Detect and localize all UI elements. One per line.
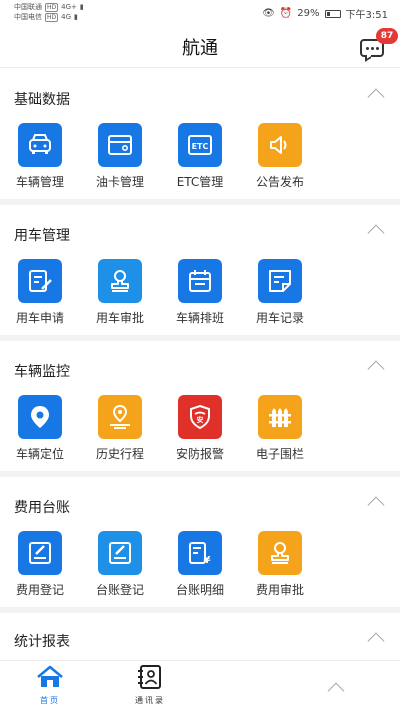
network-1: 4G+ — [61, 3, 77, 11]
section-title: 费用台账 — [14, 500, 70, 516]
section-statistics: 统计报表 — [0, 613, 400, 663]
main-content: 基础数据 车辆管理 油卡管理 ETC ETC管理 公告发布 用车管理 用车申请 … — [0, 69, 400, 663]
menu-item-announcement[interactable]: 公告发布 — [240, 123, 320, 190]
clock: 下午3:51 — [345, 10, 388, 21]
alarm-icon: ⏰ — [279, 8, 293, 19]
menu-item-ledger-register[interactable]: 台账登记 — [80, 531, 160, 598]
svg-text:安: 安 — [197, 415, 204, 424]
scroll-up-chevron-icon[interactable] — [327, 682, 345, 700]
svg-text:ETC: ETC — [192, 142, 209, 151]
network-2: 4G — [61, 13, 72, 21]
menu-item-vehicle-schedule[interactable]: 车辆排班 — [160, 259, 240, 326]
menu-item-vehicle-management[interactable]: 车辆管理 — [0, 123, 80, 190]
calendar-icon — [178, 259, 222, 303]
menu-item-vehicle-request[interactable]: 用车申请 — [0, 259, 80, 326]
route-icon — [98, 395, 142, 439]
svg-text:¥: ¥ — [204, 555, 211, 566]
tab-contacts-label: 通讯录 — [135, 696, 165, 705]
menu-item-geofence[interactable]: 电子围栏 — [240, 395, 320, 462]
tab-home[interactable]: 首页 — [15, 665, 85, 706]
messages-button[interactable]: 87 — [360, 28, 398, 62]
section-basic-data: 基础数据 车辆管理 油卡管理 ETC ETC管理 公告发布 — [0, 69, 400, 205]
menu-item-fuel-card[interactable]: 油卡管理 — [80, 123, 160, 190]
tab-home-label: 首页 — [40, 696, 60, 705]
menu-item-ledger-detail[interactable]: ¥ 台账明细 — [160, 531, 240, 598]
menu-item-expense-approval[interactable]: 费用审批 — [240, 531, 320, 598]
menu-item-vehicle-approval[interactable]: 用车审批 — [80, 259, 160, 326]
contacts-book-icon — [138, 665, 161, 689]
collapse-chevron-icon[interactable] — [367, 496, 385, 514]
edit-doc-icon — [18, 259, 62, 303]
note-icon — [258, 259, 302, 303]
bottom-nav: 首页 通讯录 — [0, 660, 400, 710]
menu-item-etc[interactable]: ETC ETC管理 — [160, 123, 240, 190]
ledger-edit-icon — [98, 531, 142, 575]
yuan-doc-icon: ¥ — [178, 531, 222, 575]
battery-fill — [326, 11, 330, 16]
app-header: 航通 87 — [0, 26, 400, 68]
carrier-2: 中国电信 — [14, 13, 42, 21]
battery-percent: 29% — [297, 8, 320, 19]
carrier-1: 中国联通 — [14, 3, 42, 11]
card-icon — [98, 123, 142, 167]
shield-alarm-icon: 安 — [178, 395, 222, 439]
car-icon — [18, 123, 62, 167]
menu-item-expense-register[interactable]: 费用登记 — [0, 531, 80, 598]
section-title: 统计报表 — [14, 634, 70, 650]
stamp-icon — [258, 531, 302, 575]
hd-badge-2: HD — [45, 12, 59, 22]
etc-icon: ETC — [178, 123, 222, 167]
page-title: 航通 — [182, 38, 218, 59]
status-bar: 中国联通 HD 4G+ ▮ 中国电信 HD 4G ▮ 👁 ⏰ 29% 下午3:5… — [0, 0, 400, 26]
menu-item-vehicle-location[interactable]: 车辆定位 — [0, 395, 80, 462]
collapse-chevron-icon[interactable] — [367, 224, 385, 242]
stamp-icon — [98, 259, 142, 303]
section-title: 基础数据 — [14, 92, 70, 108]
signal-icon: ▮ — [79, 3, 84, 11]
carrier-info: 中国联通 HD 4G+ ▮ 中国电信 HD 4G ▮ — [14, 2, 84, 22]
home-icon — [37, 665, 63, 687]
register-icon — [18, 531, 62, 575]
collapse-chevron-icon[interactable] — [367, 360, 385, 378]
menu-item-history-trip[interactable]: 历史行程 — [80, 395, 160, 462]
menu-item-security-alarm[interactable]: 安 安防报警 — [160, 395, 240, 462]
battery-icon — [324, 9, 341, 18]
section-title: 用车管理 — [14, 228, 70, 244]
collapse-chevron-icon[interactable] — [367, 88, 385, 106]
system-status: 👁 ⏰ 29% 下午3:51 — [262, 6, 388, 21]
eye-icon: 👁 — [262, 8, 275, 19]
signal-icon-2: ▮ — [74, 13, 78, 21]
section-vehicle-use: 用车管理 用车申请 用车审批 车辆排班 用车记录 — [0, 205, 400, 341]
hd-badge: HD — [45, 2, 59, 12]
menu-item-vehicle-record[interactable]: 用车记录 — [240, 259, 320, 326]
collapse-chevron-icon[interactable] — [367, 632, 385, 650]
fence-icon — [258, 395, 302, 439]
location-pin-icon — [18, 395, 62, 439]
tab-contacts[interactable]: 通讯录 — [115, 665, 185, 706]
section-expense-ledger: 费用台账 费用登记 台账登记 ¥ 台账明细 费用审批 — [0, 477, 400, 613]
section-title: 车辆监控 — [14, 364, 70, 380]
speaker-icon — [258, 123, 302, 167]
section-vehicle-monitoring: 车辆监控 车辆定位 历史行程 安 安防报警 电子围栏 — [0, 341, 400, 477]
message-count-badge: 87 — [376, 28, 398, 44]
